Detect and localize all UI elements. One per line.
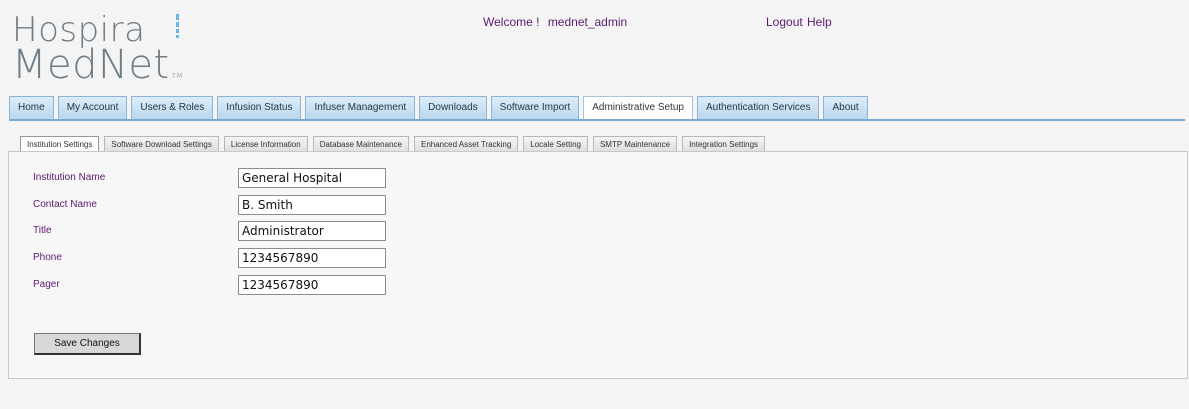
tab-software-import[interactable]: Software Import — [490, 96, 580, 119]
subtab-institution-settings[interactable]: Institution Settings — [20, 136, 100, 152]
pager-label: Pager — [33, 279, 60, 290]
tab-infusion-status[interactable]: Infusion Status — [217, 96, 302, 119]
subtab-software-download-settings[interactable]: Software Download Settings — [104, 136, 219, 152]
welcome-text: Welcome ! — [483, 15, 540, 29]
institution-name-label: Institution Name — [33, 172, 106, 183]
tab-infuser-management[interactable]: Infuser Management — [305, 96, 416, 119]
page: Hospira MedNet TM Welcome ! mednet_admin … — [0, 0, 1189, 409]
logo-line2: MedNet TM — [12, 42, 184, 88]
tab-about[interactable]: About — [823, 96, 868, 119]
subtab-integration-settings[interactable]: Integration Settings — [682, 136, 766, 152]
subtab-enhanced-asset-tracking[interactable]: Enhanced Asset Tracking — [413, 136, 519, 152]
tab-home[interactable]: Home — [9, 96, 54, 119]
pager-input[interactable] — [238, 275, 386, 295]
subtab-license-information[interactable]: License Information — [223, 136, 308, 152]
main-tab-bar: Home My Account Users & Roles Infusion S… — [9, 96, 872, 119]
title-input[interactable] — [238, 221, 386, 241]
contact-name-input[interactable] — [238, 195, 386, 215]
contact-name-label: Contact Name — [33, 199, 97, 210]
sub-tab-bar: Institution Settings Software Download S… — [20, 136, 770, 152]
subtab-smtp-maintenance[interactable]: SMTP Maintenance — [592, 136, 678, 152]
logo-accent-icon — [176, 14, 180, 42]
tab-users-roles[interactable]: Users & Roles — [131, 96, 214, 119]
logo-trademark: TM — [171, 72, 184, 80]
help-link[interactable]: Help — [807, 15, 832, 29]
welcome-message: Welcome ! mednet_admin — [483, 15, 627, 29]
save-changes-button[interactable]: Save Changes — [34, 333, 141, 355]
header: Hospira MedNet TM Welcome ! mednet_admin … — [0, 0, 1189, 92]
institution-settings-panel: Institution Name Contact Name Title Phon… — [8, 151, 1188, 379]
title-label: Title — [33, 225, 52, 236]
main-tab-divider — [9, 119, 1185, 121]
institution-name-input[interactable] — [238, 168, 386, 188]
phone-label: Phone — [33, 252, 62, 263]
tab-my-account[interactable]: My Account — [57, 96, 128, 119]
hospira-mednet-logo: Hospira MedNet TM — [12, 13, 184, 95]
tab-downloads[interactable]: Downloads — [419, 96, 487, 119]
tab-authentication-services[interactable]: Authentication Services — [696, 96, 820, 119]
logout-link[interactable]: Logout — [766, 15, 803, 29]
subtab-locale-setting[interactable]: Locale Setting — [523, 136, 588, 152]
phone-input[interactable] — [238, 248, 386, 268]
subtab-database-maintenance[interactable]: Database Maintenance — [312, 136, 409, 152]
username: mednet_admin — [547, 15, 628, 29]
tab-administrative-setup[interactable]: Administrative Setup — [583, 96, 693, 119]
